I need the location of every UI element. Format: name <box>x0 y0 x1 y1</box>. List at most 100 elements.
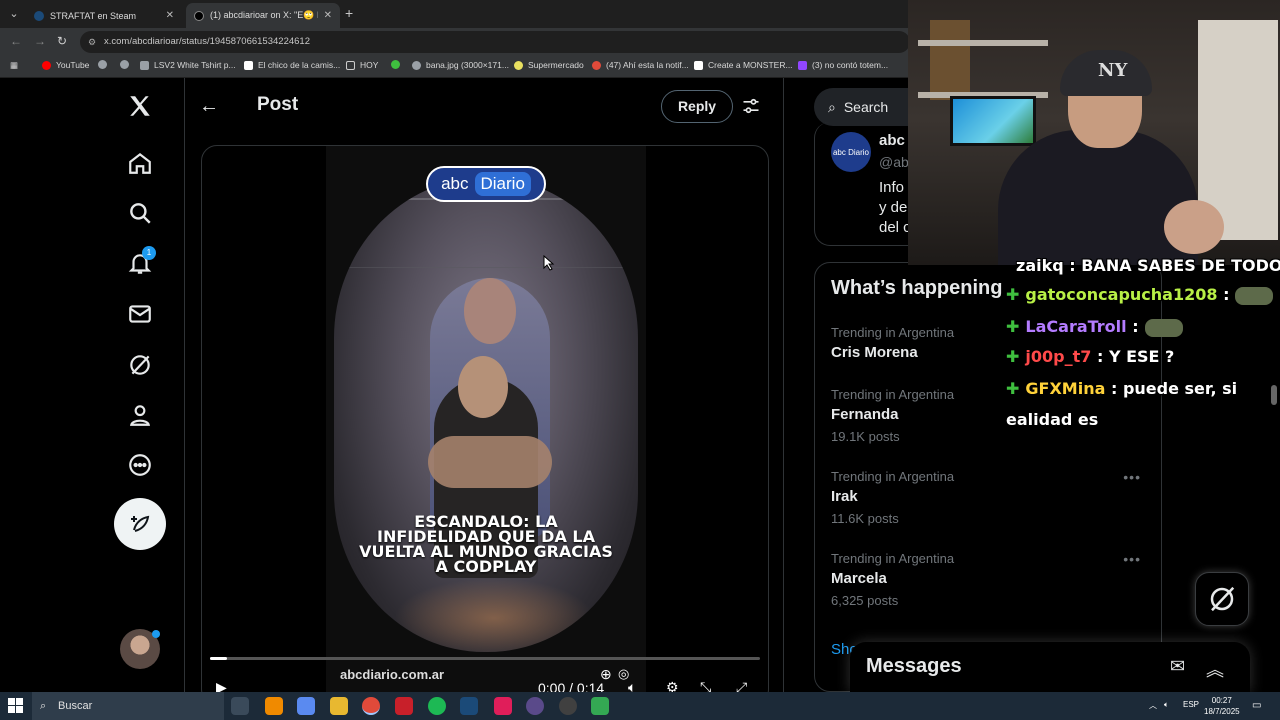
obs-icon[interactable] <box>526 697 544 715</box>
grok-icon[interactable] <box>120 345 160 385</box>
bookmark-monster[interactable]: Create a MONSTER... <box>694 60 793 70</box>
video-caption: ESCANDALO: LA INFIDELIDAD QUE DA LA VUEL… <box>359 512 613 576</box>
webcam-monitor <box>950 96 1036 146</box>
chat-emote <box>1235 286 1274 305</box>
chat-text: : puede ser, si <box>1110 379 1238 398</box>
explore-icon[interactable] <box>120 193 160 233</box>
url-field[interactable]: ⚙ x.com/abcdiarioar/status/1945870661534… <box>80 31 910 53</box>
tab-title: STRAFTAT en Steam <box>50 10 137 21</box>
pip-icon[interactable]: ⤡ <box>700 679 711 692</box>
chrome-icon[interactable] <box>362 697 380 715</box>
home-icon[interactable] <box>120 143 160 183</box>
bookmark-youtube[interactable]: YouTube <box>42 60 89 70</box>
taskbar-search-input[interactable]: ⌕ Buscar <box>32 692 224 720</box>
more-icon[interactable] <box>120 445 160 485</box>
x-logo-icon[interactable] <box>120 86 160 126</box>
volume-tray-icon[interactable]: 🔈︎ <box>1164 700 1169 710</box>
main-column: ← Post Reply abc Diario ESCANDALO: LA IN… <box>184 78 784 692</box>
bookmark-folder-hoy[interactable]: HOY <box>346 60 378 70</box>
expand-chevron-icon[interactable]: ︽ <box>1206 656 1224 682</box>
page-icon <box>694 60 703 70</box>
profile-avatar[interactable]: abc Diario <box>831 132 871 172</box>
grok-floating-button[interactable] <box>1195 572 1249 626</box>
streamlabs-icon[interactable] <box>559 697 577 715</box>
close-tab-icon[interactable]: ✕ <box>324 10 332 21</box>
site-info-icon[interactable]: ⚙ <box>88 31 96 53</box>
video-frame <box>334 178 638 652</box>
streamer-webcam: NY <box>908 0 1280 265</box>
messages-title: Messages <box>866 655 962 677</box>
bookmark-notif[interactable]: (47) Ahí esta la notif... <box>592 60 689 70</box>
bookmark-icon-only[interactable] <box>120 60 134 69</box>
copilot-icon[interactable] <box>297 697 315 715</box>
profile-name[interactable]: abc <box>879 132 905 149</box>
new-message-icon[interactable]: ✉ <box>1170 656 1185 677</box>
voicemod-icon[interactable] <box>395 697 413 715</box>
browser-tab-steam[interactable]: STRAFTAT en Steam ✕ <box>26 3 182 28</box>
trend-item[interactable]: Trending in Argentina Marcela 6,325 post… <box>831 551 1151 621</box>
steam-icon[interactable] <box>460 697 478 715</box>
back-arrow-icon[interactable]: ← <box>10 34 22 48</box>
task-view-icon[interactable] <box>231 697 249 715</box>
messages-icon[interactable] <box>120 294 160 334</box>
bookmark-icon-only[interactable] <box>98 60 112 69</box>
drive-icon[interactable] <box>591 697 609 715</box>
bookmark-icon-only[interactable] <box>391 60 405 69</box>
volume-icon[interactable]: 🔈︎ <box>628 679 636 692</box>
file-explorer-icon[interactable] <box>330 697 348 715</box>
profile-icon[interactable] <box>120 395 160 435</box>
chat-emote <box>1144 318 1183 337</box>
tray-chevron-icon[interactable]: ︿ <box>1149 700 1157 711</box>
browser-tab-x[interactable]: (1) abcdiarioar on X: "E🙄 ESCÁ ✕ <box>186 3 340 28</box>
chat-text: : Y ESE ? <box>1096 347 1175 366</box>
spotify-icon[interactable] <box>428 697 446 715</box>
more-options-icon[interactable]: ••• <box>1123 551 1141 567</box>
messages-drawer[interactable]: Messages ✉ ︽ <box>850 642 1250 692</box>
apps-grid-icon[interactable]: ▦ <box>10 60 18 71</box>
x-sidebar: 1 <box>110 78 170 692</box>
page-icon <box>140 60 149 70</box>
badge-diamond-icon: ✚ <box>1006 379 1020 398</box>
compose-post-button[interactable] <box>114 498 166 550</box>
trend-count: 11.6K posts <box>831 511 899 526</box>
video-progress-bar[interactable] <box>210 657 760 660</box>
back-arrow-icon[interactable]: ← <box>199 94 223 118</box>
trend-item[interactable]: Trending in Argentina Irak 11.6K posts •… <box>831 469 1151 539</box>
tab-search-button[interactable]: ⌄ <box>4 4 24 24</box>
windows-taskbar: ⌕ Buscar ︿ 🔈︎ ESP 00:27 18/7/2025 ▭ <box>0 692 1280 720</box>
logo-text-abc: abc <box>441 174 469 193</box>
tab-title: (1) abcdiarioar on X: "E🙄 ESCÁ <box>210 10 318 20</box>
video-player[interactable]: abc Diario ESCANDALO: LA INFIDELIDAD QUE… <box>326 146 646 692</box>
bookmark-bana[interactable]: bana.jpg (3000×171... <box>412 60 509 70</box>
reload-icon[interactable]: ↻ <box>57 34 67 48</box>
close-tab-icon[interactable]: ✕ <box>166 10 174 21</box>
input-language[interactable]: ESP <box>1183 700 1199 709</box>
bookmark-chico[interactable]: El chico de la camis... <box>244 60 340 70</box>
more-options-icon[interactable]: ••• <box>1123 469 1141 485</box>
settings-gear-icon[interactable]: ⚙ <box>666 679 679 692</box>
webcam-shelf <box>918 40 1048 46</box>
new-tab-button[interactable]: + <box>345 5 353 21</box>
play-icon[interactable]: ▶ <box>216 679 227 692</box>
taskbar-clock[interactable]: 00:27 18/7/2025 <box>1204 695 1240 717</box>
bookmark-totem[interactable]: (3) no contó totem... <box>798 60 888 70</box>
vlc-icon[interactable] <box>265 697 283 715</box>
page-title: Post <box>257 94 299 115</box>
chat-message: ✚ j00p_t7 : Y ESE ? <box>1006 347 1174 366</box>
forward-arrow-icon[interactable]: → <box>34 34 46 48</box>
slack-icon[interactable] <box>494 697 512 715</box>
reply-button[interactable]: Reply <box>661 90 733 123</box>
bookmark-lsv2[interactable]: LSV2 White Tshirt p... <box>140 60 236 70</box>
bookmark-supermercado[interactable]: Supermercado <box>514 60 584 70</box>
fullscreen-icon[interactable]: ⤢ <box>736 679 747 692</box>
store-icon <box>514 60 523 70</box>
grok-icon <box>1210 586 1235 612</box>
sliders-icon[interactable] <box>741 96 761 116</box>
badge-diamond-icon: ✚ <box>1006 317 1020 336</box>
notifications-icon[interactable]: 1 <box>120 244 160 284</box>
notification-center-icon[interactable]: ▭ <box>1252 700 1261 711</box>
globe-icon[interactable]: ⊕ <box>600 666 612 683</box>
windows-start-icon[interactable] <box>8 698 24 714</box>
webcam-hand <box>1164 200 1224 254</box>
folder-icon <box>346 60 355 70</box>
